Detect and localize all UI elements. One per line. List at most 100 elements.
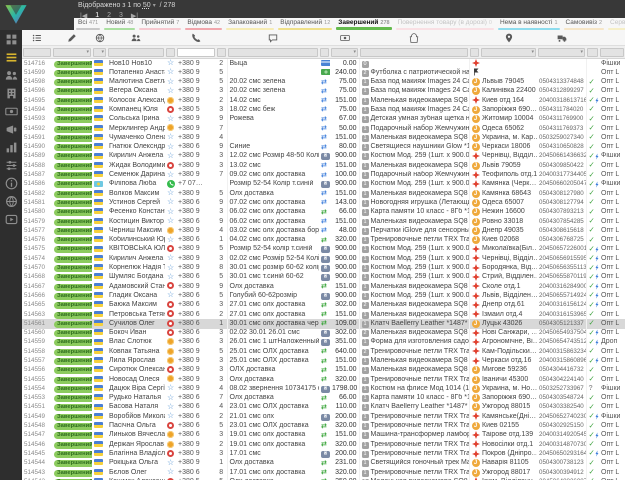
info-icon[interactable] bbox=[5, 177, 18, 190]
ring-icon[interactable] bbox=[167, 301, 174, 308]
table-row[interactable]: 514553ЗавершенийРудько Наталья☆+380 67Ол… bbox=[22, 394, 625, 403]
star-icon[interactable]: ☆ bbox=[167, 394, 174, 402]
column-header-id[interactable] bbox=[22, 30, 52, 46]
table-row[interactable]: 514551ЗавершенийБасова Наталя☆+380 6423.… bbox=[22, 403, 625, 412]
star-icon[interactable]: ☆ bbox=[167, 384, 174, 392]
star-icon[interactable]: ☆ bbox=[167, 152, 174, 160]
table-row[interactable]: 514570ЗавершенийКорнелюк Надія Та…☆+380 … bbox=[22, 264, 625, 273]
table-row[interactable]: 514592ЗавершенийМерклингер Андрей+380 97… bbox=[22, 124, 625, 133]
filter-input-phone[interactable] bbox=[177, 48, 215, 57]
ring-icon[interactable] bbox=[167, 162, 174, 169]
table-row[interactable]: 514577ЗавершенийЧерниш Максим+380 9403.0… bbox=[22, 226, 625, 235]
column-header-ttn[interactable] bbox=[537, 30, 586, 46]
table-row[interactable]: 514547ЗавершенийЛиньков Вячеслав+380 631… bbox=[22, 431, 625, 440]
filter-input-name[interactable] bbox=[108, 48, 164, 57]
ring-icon[interactable] bbox=[167, 329, 174, 336]
table-row[interactable]: 514595ЗавершенийКолосок Александр+380 92… bbox=[22, 96, 625, 105]
ring-icon[interactable] bbox=[167, 320, 174, 327]
medal-icon[interactable] bbox=[167, 124, 174, 131]
filter-input-pay[interactable] bbox=[320, 48, 329, 57]
globe-icon[interactable] bbox=[5, 195, 18, 208]
star-icon[interactable]: ☆ bbox=[167, 459, 174, 467]
tab-Відмова[interactable]: Відмова42 bbox=[183, 18, 224, 30]
ring-icon[interactable] bbox=[167, 245, 174, 252]
table-row[interactable]: 514587ЗавершенийСеменюк Дарина☆+380 9709… bbox=[22, 171, 625, 180]
table-row[interactable]: 514599ЗавершенийПотапенко Анастас…☆+380 … bbox=[22, 68, 625, 77]
per-page-dropdown[interactable]: 50 bbox=[143, 2, 151, 9]
column-header-calls[interactable] bbox=[216, 30, 227, 46]
table-row[interactable]: 514565ЗавершенийБаюка Максим+380 6327.01… bbox=[22, 301, 625, 310]
table-row[interactable]: 514582ЗавершенийВолков Максим☆+380 95Олх… bbox=[22, 189, 625, 198]
whatsapp-icon[interactable] bbox=[167, 180, 175, 188]
star-icon[interactable]: ☆ bbox=[167, 68, 174, 76]
column-header-courier[interactable] bbox=[469, 30, 480, 46]
star-icon[interactable]: ☆ bbox=[167, 115, 174, 123]
column-header-name[interactable] bbox=[107, 30, 165, 46]
star-icon[interactable]: ☆ bbox=[167, 468, 174, 476]
table-row[interactable]: 514580ЗавершенийФесенко Константин☆+380 … bbox=[22, 208, 625, 217]
table-row[interactable]: 514560ЗавершенийБокоч Иван+380 6302.02 3… bbox=[22, 329, 625, 338]
table-row[interactable]: 514549ЗавершенийВоробйов Микола☆+380 622… bbox=[22, 412, 625, 421]
table-row[interactable]: 514594ЗавершенийКомпанец Юля+380 5318.02… bbox=[22, 105, 625, 114]
column-header-pay[interactable] bbox=[319, 30, 330, 46]
filter-input-comment[interactable] bbox=[228, 48, 318, 57]
medal-icon[interactable] bbox=[167, 97, 174, 104]
medal-icon[interactable] bbox=[167, 441, 174, 448]
star-icon[interactable]: ☆ bbox=[167, 59, 174, 68]
star-icon[interactable]: ☆ bbox=[167, 189, 174, 197]
table-row[interactable]: 514563ЗавершенийПетровська Тетяна+380 62… bbox=[22, 310, 625, 319]
table-row[interactable]: 514576ЗавершенийКобилинський Юрий☆+380 6… bbox=[22, 236, 625, 245]
column-header-product[interactable] bbox=[359, 30, 469, 46]
table-row[interactable]: 514574ЗавершенийКирилич Анжела Оп…☆+380 … bbox=[22, 254, 625, 263]
table-row[interactable]: 514716ЗавершенийНов10 Нов10☆+380 92Выца0… bbox=[22, 59, 625, 69]
filter-input-amount[interactable]: ▾ bbox=[331, 48, 358, 57]
sliders-icon[interactable] bbox=[5, 159, 18, 172]
table-row[interactable]: 514588ЗавершенийЖидак Володимир+380 9313… bbox=[22, 161, 625, 170]
medal-icon[interactable] bbox=[167, 338, 174, 345]
column-header-phone[interactable] bbox=[176, 30, 216, 46]
tab-Відправлений[interactable]: Відправлений12 bbox=[276, 18, 334, 30]
star-icon[interactable]: ☆ bbox=[167, 87, 174, 95]
finance-icon[interactable] bbox=[5, 105, 18, 118]
star-icon[interactable]: ☆ bbox=[167, 403, 174, 411]
clients-icon[interactable] bbox=[5, 69, 18, 82]
filter-input-check[interactable] bbox=[587, 48, 598, 57]
medal-icon[interactable] bbox=[167, 375, 174, 382]
table-row[interactable]: 514567ЗавершенийАдамовский Станис…+380 9… bbox=[22, 282, 625, 291]
star-icon[interactable]: ☆ bbox=[167, 273, 174, 281]
column-header-status[interactable] bbox=[52, 30, 92, 46]
filter-input-city[interactable]: ▾ bbox=[481, 48, 536, 57]
medal-icon[interactable] bbox=[167, 431, 174, 438]
orders-list-icon[interactable] bbox=[5, 51, 18, 64]
stats-icon[interactable] bbox=[5, 141, 18, 154]
ring-icon[interactable] bbox=[167, 422, 174, 429]
table-row[interactable]: 514596ЗавершенийВегера Оксана☆+380 9320.… bbox=[22, 87, 625, 96]
tab-Самовивіз[interactable]: Самовивіз2 bbox=[562, 18, 607, 30]
apps-grid-icon[interactable] bbox=[5, 33, 18, 46]
column-header-contact[interactable] bbox=[165, 30, 176, 46]
filter-input-product[interactable] bbox=[360, 48, 468, 57]
filter-input-calls[interactable] bbox=[217, 48, 226, 57]
video-icon[interactable] bbox=[5, 213, 18, 226]
filter-input-channel[interactable] bbox=[600, 48, 624, 57]
tab-Нема в наявності[interactable]: Нема в наявності1 bbox=[496, 18, 562, 30]
tab-Завершений[interactable]: Завершений278 bbox=[334, 18, 393, 30]
ring-icon[interactable] bbox=[167, 282, 174, 289]
table-row[interactable]: 514545ЗавершенийБлагінна Владіслава+380 … bbox=[22, 449, 625, 458]
column-header-comment[interactable] bbox=[227, 30, 319, 46]
column-header-check[interactable] bbox=[586, 30, 599, 46]
star-icon[interactable]: ☆ bbox=[167, 78, 174, 86]
table-row[interactable]: 514566ЗавершенийГладик Оксана☆+380 65Гол… bbox=[22, 291, 625, 300]
filter-input-flag[interactable]: ▾ bbox=[93, 48, 106, 57]
column-header-channel[interactable] bbox=[599, 30, 625, 46]
star-icon[interactable]: ☆ bbox=[167, 264, 174, 272]
medal-icon[interactable] bbox=[167, 357, 174, 364]
table-row[interactable]: 514568ЗавершенийШумляс Богдана Ан…☆+380 … bbox=[22, 273, 625, 282]
table-row[interactable]: 514591ЗавершенийЧумаченко Олена☆+380 94⇄… bbox=[22, 133, 625, 142]
column-header-flag[interactable] bbox=[92, 30, 107, 46]
table-row[interactable]: 514555ЗавершенийНовосад Олеся+380 93Олх … bbox=[22, 375, 625, 384]
tab-Новий[interactable]: Новий48 bbox=[102, 18, 137, 30]
ring-icon[interactable] bbox=[167, 106, 174, 113]
medal-icon[interactable] bbox=[167, 348, 174, 355]
table-row[interactable]: 514548ЗавершенийПасічна Ольга+380 6523.0… bbox=[22, 422, 625, 431]
